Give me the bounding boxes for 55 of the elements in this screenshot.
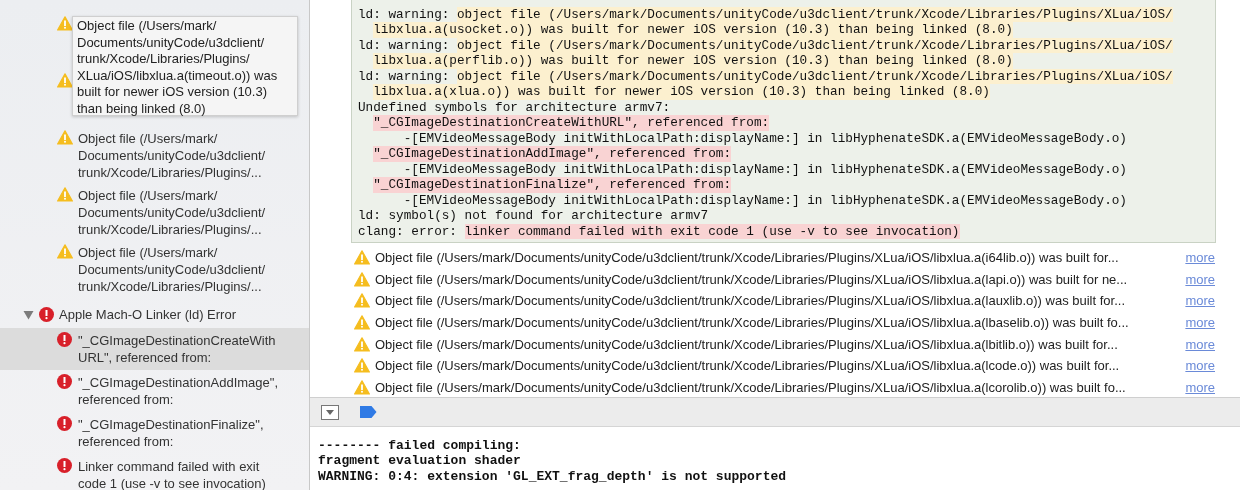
tooltip: Object file (/Users/mark/ Documents/unityCode/u3dclient/ trunk/Xcode/Libraries/Plugins/ XLua/iOS/libxlua.a(timeout.o)) was built for newer iOS version (10.3) than being linked (8.0) xyxy=(72,16,298,116)
issue-text[interactable]: Object file (/Users/mark/ Documents/unityCode/u3dclient/ trunk/Xcode/Libraries/Plugins/... xyxy=(78,129,266,181)
log-line: -[EMVideoMessageBody initWithLocalPath:displayName:] in libHyphenateSDK.a(EMVideoMessageBody.o) xyxy=(402,161,1128,177)
issue-text[interactable]: Object file (/Users/mark/ Documents/unityCode/u3dclient/ trunk/Xcode/Libraries/Plugins/... xyxy=(78,243,266,295)
warning-icon xyxy=(57,243,73,259)
log-line: ld: warning: object file (/Users/mark/Documents/unityCode/u3dclient/trunk/Xcode/Libraries/Plugins/XLua/iOS/ xyxy=(358,68,1174,84)
console-line: fragment evaluation shader xyxy=(318,453,522,469)
issue-item[interactable]: "_CGImageDestinationFinalize", referenced from: xyxy=(0,411,309,454)
issue-message: Object file (/Users/mark/Documents/unityCode/u3dclient/trunk/Xcode/Libraries/Plugins/XLua/iOS/libxlua.a(lapi.o)) was built for ne... xyxy=(375,271,1129,287)
warning-icon xyxy=(354,271,370,287)
log-line: ld: symbol(s) not found for architecture armv7 xyxy=(358,208,710,224)
warning-icon xyxy=(354,315,370,331)
more-link[interactable]: more xyxy=(1185,379,1215,395)
warning-icon xyxy=(354,250,370,266)
more-link[interactable]: more xyxy=(1185,315,1215,331)
issue-item[interactable]: "_CGImageDestinationAddImage", referenced from: xyxy=(0,369,309,412)
warning-icon xyxy=(57,186,73,202)
issue-message: Object file (/Users/mark/Documents/unityCode/u3dclient/trunk/Xcode/Libraries/Plugins/XLua/iOS/libxlua.a(lbitlib.o)) was built for... xyxy=(375,336,1119,352)
warning-icon xyxy=(354,379,370,395)
disclosure-triangle-icon[interactable] xyxy=(23,309,34,320)
more-link[interactable]: more xyxy=(1185,358,1215,374)
log-line: ld: warning: object file (/Users/mark/Documents/unityCode/u3dclient/trunk/Xcode/Libraries/Plugins/XLua/iOS/ xyxy=(358,6,1174,22)
issue-item[interactable]: Linker command failed with exit code 1 (use -v to see invocation) xyxy=(0,453,309,490)
error-icon xyxy=(57,415,72,431)
console-line: -------- failed compiling: xyxy=(318,437,522,453)
issue-message: Object file (/Users/mark/Documents/unityCode/u3dclient/trunk/Xcode/Libraries/Plugins/XLua/iOS/libxlua.a(lcode.o)) was built for... xyxy=(375,358,1121,374)
more-link[interactable]: more xyxy=(1185,271,1215,287)
warning-icon xyxy=(354,358,370,374)
console-line: WARNING: 0:4: extension 'GL_EXT_frag_depth' is not supported xyxy=(318,468,788,484)
error-icon xyxy=(57,457,72,473)
log-line: -[EMVideoMessageBody initWithLocalPath:displayName:] in libHyphenateSDK.a(EMVideoMessageBody.o) xyxy=(402,192,1128,208)
more-link[interactable]: more xyxy=(1185,250,1215,266)
issue-message: Object file (/Users/mark/Documents/unityCode/u3dclient/trunk/Xcode/Libraries/Plugins/XLua/iOS/libxlua.a(lcorolib.o)) was built fo... xyxy=(375,379,1127,395)
log-line: clang: error: linker command failed with exit code 1 (use -v to see invocation) xyxy=(358,223,961,239)
issue-message: Object file (/Users/mark/Documents/unityCode/u3dclient/trunk/Xcode/Libraries/Plugins/XLua/iOS/libxlua.a(lauxlib.o)) was built for... xyxy=(375,293,1126,309)
issue-message: Object file (/Users/mark/Documents/unityCode/u3dclient/trunk/Xcode/Libraries/Plugins/XLua/iOS/libxlua.a(lbaselib.o)) was built fo... xyxy=(375,315,1130,331)
group-title[interactable]: Apple Mach-O Linker (ld) Error xyxy=(59,307,236,322)
breakpoint-icon[interactable] xyxy=(359,406,377,418)
log-line: Undefined symbols for architecture armv7: xyxy=(358,99,672,115)
warning-icon xyxy=(57,72,73,88)
error-icon xyxy=(57,373,72,389)
warning-icon xyxy=(57,129,73,145)
hide-panel-icon[interactable] xyxy=(321,404,339,420)
more-link[interactable]: more xyxy=(1185,293,1215,309)
issue-text[interactable]: Object file (/Users/mark/ Documents/unityCode/u3dclient/ trunk/Xcode/Libraries/Plugins/... xyxy=(78,186,266,238)
warning-icon xyxy=(354,293,370,309)
error-icon xyxy=(57,331,72,347)
log-line: ld: warning: object file (/Users/mark/Documents/unityCode/u3dclient/trunk/Xcode/Libraries/Plugins/XLua/iOS/ xyxy=(358,37,1174,53)
log-line: -[EMVideoMessageBody initWithLocalPath:displayName:] in libHyphenateSDK.a(EMVideoMessageBody.o) xyxy=(402,130,1128,146)
warning-icon xyxy=(354,336,370,352)
warning-icon xyxy=(57,15,73,31)
error-icon xyxy=(39,307,54,322)
more-link[interactable]: more xyxy=(1185,336,1215,352)
issue-message: Object file (/Users/mark/Documents/unityCode/u3dclient/trunk/Xcode/Libraries/Plugins/XLua/iOS/libxlua.a(i64lib.o)) was built for... xyxy=(375,250,1120,266)
issue-item[interactable]: "_CGImageDestinationCreateWith URL", referenced from: xyxy=(0,327,309,370)
